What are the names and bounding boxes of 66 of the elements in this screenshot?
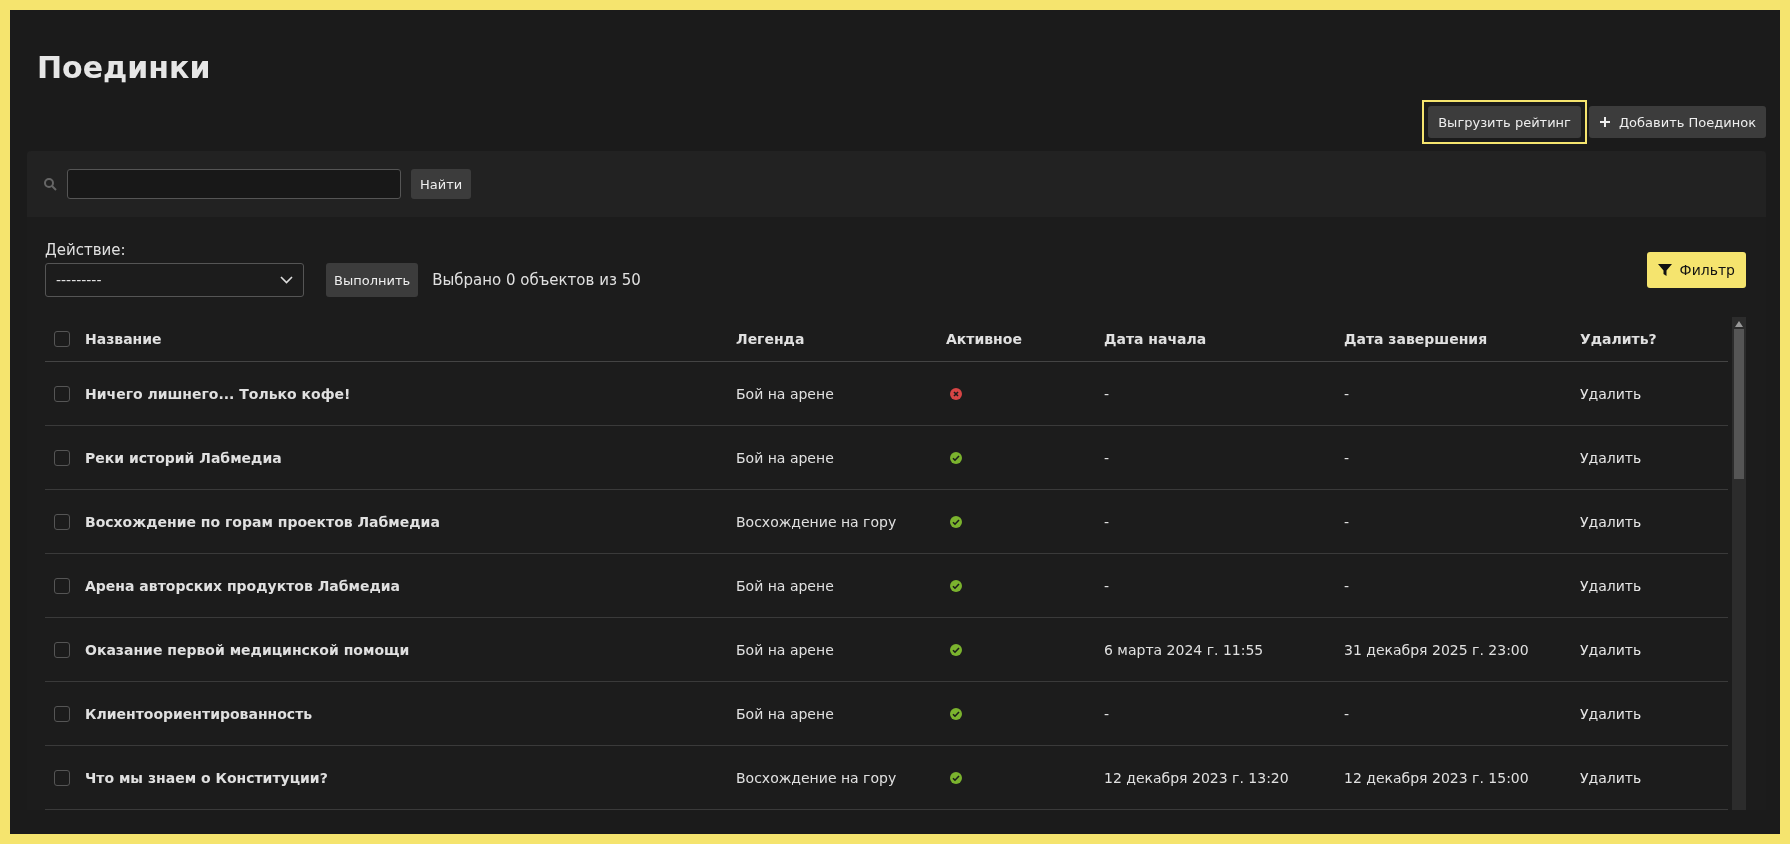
legend-cell: Восхождение на гору: [736, 769, 897, 786]
legend-cell: Бой на арене: [736, 449, 834, 466]
row-checkbox[interactable]: [54, 513, 70, 530]
row-checkbox[interactable]: [54, 449, 70, 466]
column-header: Активное: [946, 331, 1022, 347]
column-header: Название: [85, 331, 162, 347]
row-checkbox[interactable]: [54, 385, 70, 402]
legend-cell: Восхождение на гору: [736, 513, 897, 530]
duel-name: Арена авторских продуктов Лабмедиа: [85, 577, 400, 594]
start-date: 12 декабря 2023 г. 13:20: [1104, 769, 1289, 786]
export-button[interactable]: Выгрузить рейтинг: [1428, 106, 1581, 138]
scroll-track[interactable]: [1732, 317, 1746, 810]
duel-name: Восхождение по горам проектов Лабмедиа: [85, 513, 440, 530]
funnel-icon: [1657, 262, 1672, 277]
end-date: -: [1344, 705, 1350, 722]
legend-cell: Бой на арене: [736, 577, 834, 594]
delete-link[interactable]: Удалить: [1580, 577, 1642, 594]
action-label: Действие:: [45, 241, 127, 259]
select-all-checkbox[interactable]: [54, 331, 70, 347]
row-checkbox[interactable]: [54, 705, 70, 722]
delete-link[interactable]: Удалить: [1580, 513, 1642, 530]
end-date: 12 декабря 2023 г. 15:00: [1344, 769, 1529, 786]
delete-link[interactable]: Удалить: [1580, 449, 1642, 466]
end-date: -: [1344, 513, 1350, 530]
end-date: -: [1344, 577, 1350, 594]
row-checkbox[interactable]: [54, 577, 70, 594]
duel-name: Ничего лишнего... Только кофе!: [85, 385, 351, 402]
delete-link[interactable]: Удалить: [1580, 385, 1642, 402]
start-date: 6 марта 2024 г. 11:55: [1104, 641, 1264, 658]
column-header: Дата завершения: [1344, 331, 1488, 347]
search-button[interactable]: Найти: [411, 169, 472, 199]
filter-button[interactable]: Фильтр: [1646, 251, 1746, 288]
delete-link[interactable]: Удалить: [1580, 705, 1642, 722]
delete-link[interactable]: Удалить: [1580, 769, 1642, 786]
search-field[interactable]: [67, 169, 401, 199]
page-title: Поединки: [37, 50, 212, 87]
scroll-up-icon[interactable]: [1735, 321, 1743, 327]
scroll-thumb[interactable]: [1734, 329, 1744, 479]
search-icon: [43, 177, 57, 191]
duel-name: Клиентоориентированность: [85, 705, 313, 722]
legend-cell: Бой на арене: [736, 705, 834, 722]
legend-cell: Бой на арене: [736, 641, 834, 658]
duel-name: Что мы знаем о Конституции?: [85, 769, 328, 786]
end-date: -: [1344, 385, 1350, 402]
row-checkbox[interactable]: [54, 769, 70, 786]
start-date: -: [1104, 385, 1110, 402]
column-header: Дата начала: [1104, 331, 1207, 347]
legend-cell: Бой на арене: [736, 385, 834, 402]
column-header: Удалить?: [1580, 331, 1657, 347]
start-date: -: [1104, 513, 1110, 530]
start-date: -: [1104, 449, 1110, 466]
duel-name: Оказание первой медицинской помощи: [85, 641, 410, 658]
row-checkbox[interactable]: [54, 641, 70, 658]
start-date: -: [1104, 577, 1110, 594]
column-header: Легенда: [736, 331, 805, 347]
action-select[interactable]: ---------: [45, 263, 304, 297]
selection-count: Выбрано 0 объектов из 50: [432, 270, 641, 291]
duel-name: Реки историй Лабмедиа: [85, 449, 282, 466]
delete-link[interactable]: Удалить: [1580, 641, 1642, 658]
end-date: -: [1344, 449, 1350, 466]
run-button[interactable]: Выполнить: [326, 263, 419, 297]
add-button[interactable]: Добавить Поединок: [1588, 106, 1766, 138]
end-date: 31 декабря 2025 г. 23:00: [1344, 641, 1529, 658]
start-date: -: [1104, 705, 1110, 722]
chevron-down-icon: [280, 276, 293, 284]
plus-icon: [1598, 116, 1611, 128]
